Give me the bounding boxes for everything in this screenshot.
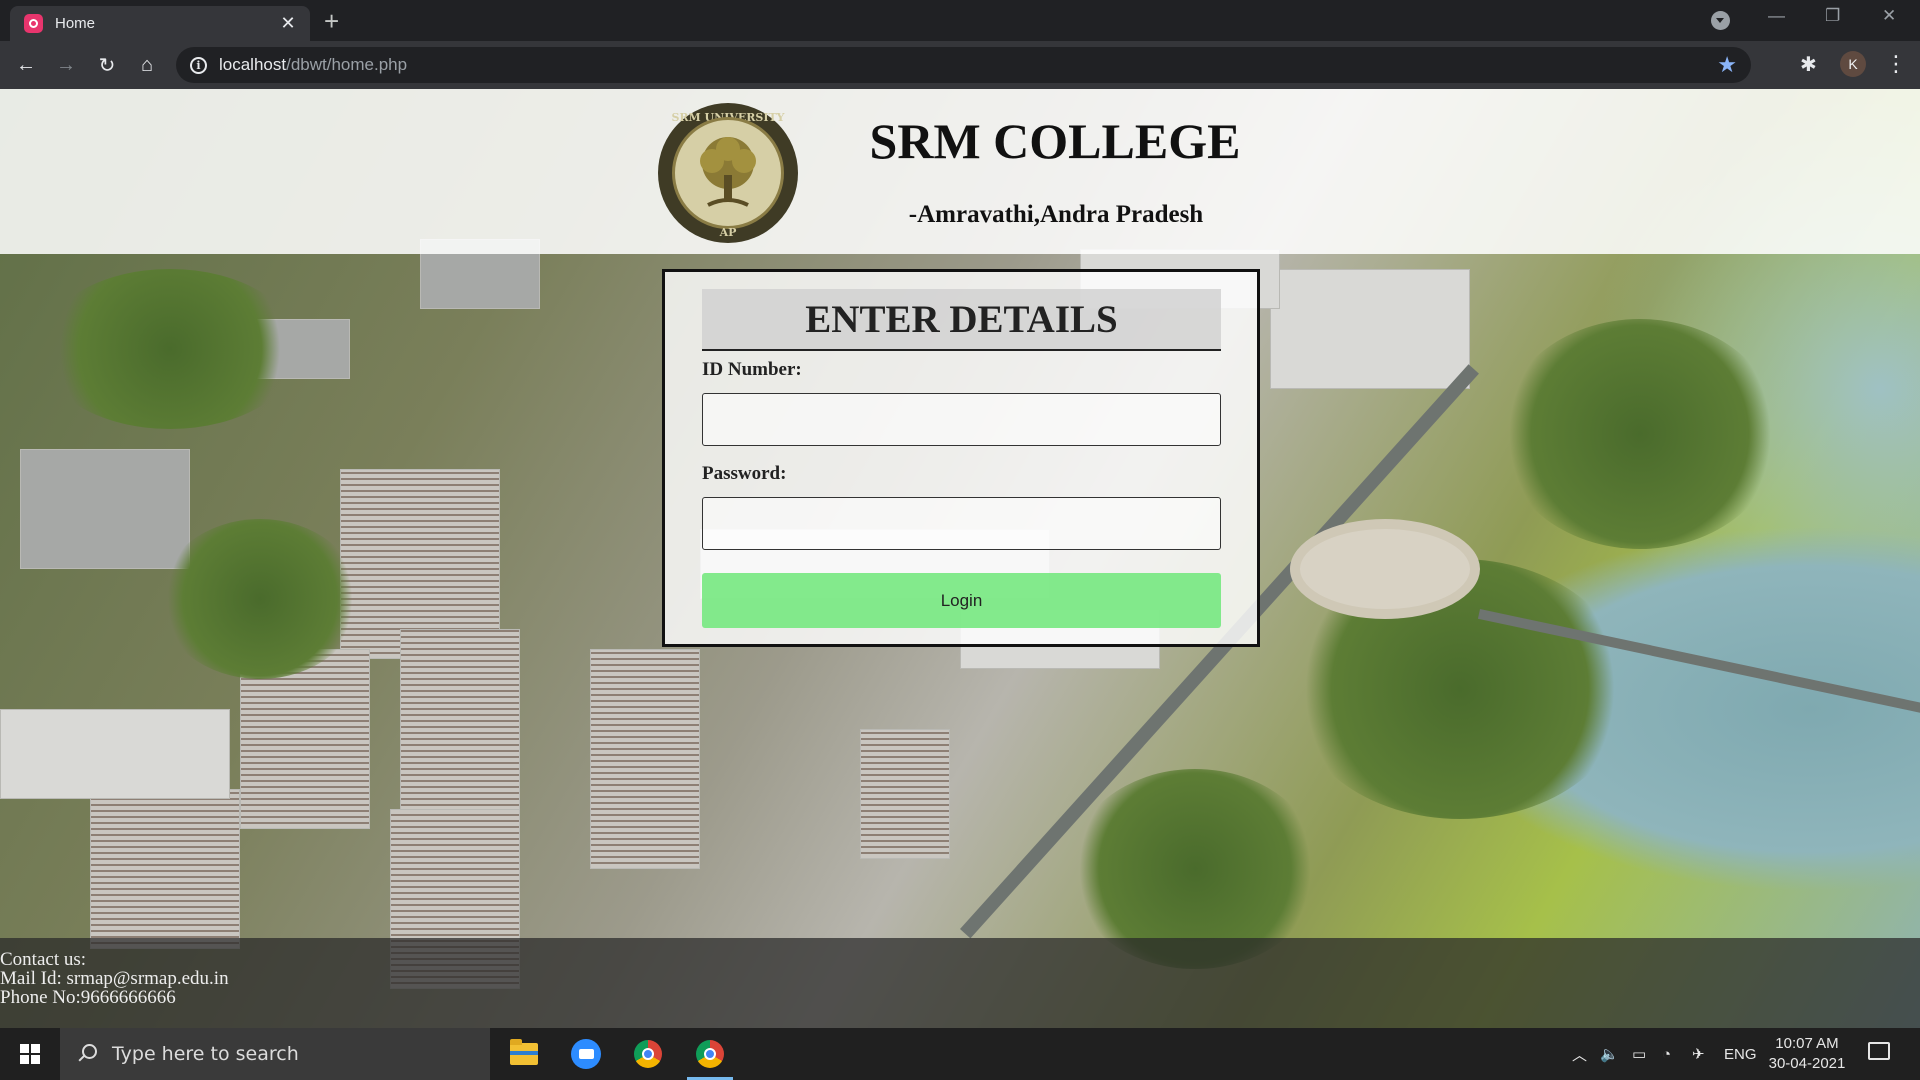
browser-tab-bar: Home ✕ + — ❐ ✕ [0, 0, 1920, 41]
login-title-bar: ENTER DETAILS [702, 289, 1221, 351]
profile-avatar[interactable]: K [1840, 51, 1866, 77]
taskbar-search-placeholder: Type here to search [112, 1043, 299, 1065]
taskbar-chrome[interactable] [619, 1028, 677, 1080]
browser-menu-icon[interactable]: ⋮ [1885, 50, 1907, 78]
password-input[interactable] [702, 497, 1221, 550]
start-button[interactable] [0, 1028, 60, 1080]
home-icon[interactable]: ⌂ [133, 51, 161, 79]
tab-search-icon[interactable] [1711, 11, 1730, 30]
browser-tab-home[interactable]: Home ✕ [10, 6, 310, 41]
taskbar-clock[interactable]: 10:07 AM 30-04-2021 [1762, 1034, 1852, 1074]
taskbar-search-box[interactable]: Type here to search [60, 1028, 490, 1080]
login-form: ENTER DETAILS ID Number: Password: Login [662, 269, 1260, 647]
windows-taskbar: Type here to search ︿ 🔈 ▭ ◔ ✈ ENG 10:07 … [0, 1028, 1920, 1080]
contact-heading: Contact us: [0, 949, 87, 970]
college-location: -Amravathi,Andra Pradesh [908, 201, 1204, 228]
site-footer: Contact us: Mail Id: srmap@srmap.edu.in … [0, 938, 1920, 1028]
id-number-label: ID Number: [702, 359, 802, 380]
site-favicon-icon [24, 14, 43, 33]
minimize-icon[interactable]: — [1768, 6, 1785, 26]
browser-toolbar: ← → ↻ ⌂ i localhost /dbwt/home.php ★ [0, 41, 1920, 89]
login-button[interactable]: Login [702, 573, 1221, 628]
url-path: /dbwt/home.php [286, 55, 408, 74]
contact-mail: Mail Id: srmap@srmap.edu.in [0, 968, 229, 989]
forward-arrow-icon[interactable]: → [52, 51, 80, 79]
address-bar[interactable]: i localhost /dbwt/home.php ★ [176, 47, 1751, 83]
windows-logo-icon [20, 1044, 40, 1064]
search-icon [76, 1044, 97, 1064]
clock-time: 10:07 AM [1775, 1035, 1839, 1052]
tab-close-icon[interactable]: ✕ [278, 13, 298, 34]
url-host: localhost [219, 55, 287, 74]
tab-title: Home [55, 15, 96, 32]
taskbar-file-explorer[interactable] [495, 1028, 553, 1080]
chrome-icon [696, 1040, 724, 1068]
site-header: SRM UNIVERSITY AP SRM COLLEGE -Amravathi… [0, 89, 1920, 254]
login-title: ENTER DETAILS [805, 298, 1118, 341]
clock-date: 30-04-2021 [1768, 1055, 1846, 1072]
password-label: Password: [702, 463, 787, 484]
tray-chevron-icon[interactable]: ︿ [1572, 1028, 1587, 1080]
new-tab-button[interactable]: + [324, 8, 339, 34]
input-language[interactable]: ENG [1724, 1028, 1757, 1080]
back-arrow-icon[interactable]: ← [12, 51, 40, 79]
bookmark-star-icon[interactable]: ★ [1717, 52, 1737, 78]
network-icon[interactable]: ◔ [1662, 1028, 1671, 1080]
battery-icon[interactable]: ▭ [1632, 1028, 1646, 1080]
page-viewport: SRM UNIVERSITY AP SRM COLLEGE -Amravathi… [0, 89, 1920, 1028]
extensions-puzzle-icon[interactable]: ✱ [1800, 52, 1817, 77]
taskbar-chrome-active[interactable] [681, 1028, 739, 1080]
airplane-icon[interactable]: ✈ [1692, 1028, 1705, 1080]
window-close-icon[interactable]: ✕ [1882, 6, 1896, 26]
id-number-input[interactable] [702, 393, 1221, 446]
taskbar-zoom[interactable] [557, 1028, 615, 1080]
site-info-icon[interactable]: i [190, 56, 207, 74]
zoom-icon [571, 1039, 601, 1069]
chrome-icon [634, 1040, 662, 1068]
notification-center-icon[interactable] [1868, 1042, 1890, 1060]
reload-icon[interactable]: ↻ [93, 51, 121, 79]
restore-icon[interactable]: ❐ [1825, 6, 1840, 26]
file-explorer-icon [510, 1039, 538, 1065]
contact-phone: Phone No:9666666666 [0, 987, 176, 1008]
college-name: SRM COLLEGE [869, 113, 1241, 169]
volume-icon[interactable]: 🔈 [1600, 1028, 1619, 1080]
